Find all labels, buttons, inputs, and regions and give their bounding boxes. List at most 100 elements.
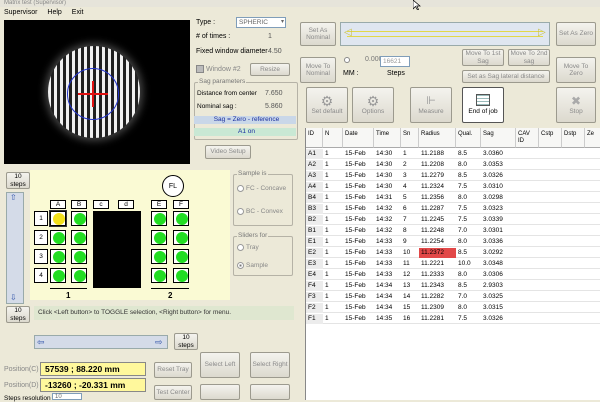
table-row[interactable]: F1 1 15-Feb 14:35 16 11.2281 7.5 3.0326 [306,314,600,324]
select-right-button[interactable]: Select Right [250,352,290,378]
well-a3[interactable] [50,249,66,264]
move-to-2nd-sag-button[interactable]: Move To 2nd sag [508,49,550,66]
vertical-slider[interactable]: ⇧ ⇩ [6,192,24,304]
results-table[interactable]: ID N Date Time Sn Radius Qual. Sag CAV ID Cstp Dst… [305,128,600,400]
table-cell: 7.5 [458,205,468,212]
column-header[interactable]: Ze [585,128,600,148]
menu-supervisor[interactable]: Supervisor [4,9,37,16]
position-radio[interactable] [344,57,350,63]
table-cell: 3.0326 [483,172,503,179]
camera-view[interactable] [4,20,190,164]
measure-label: Measure [418,108,444,116]
table-row[interactable]: A1 1 15-Feb 14:30 1 11.2188 8.5 3.0360 [306,149,600,159]
steps-resolution-label: Steps resolution [4,395,51,402]
table-row[interactable]: B1 1 15-Feb 14:32 8 11.2248 7.0 3.0301 [306,226,600,236]
table-row[interactable]: B2 1 15-Feb 14:32 7 11.2245 7.5 3.0339 [306,215,600,225]
steps-right-button[interactable]: 10 steps [174,333,198,350]
column-header[interactable]: ID [306,128,323,148]
well-a4[interactable] [50,268,66,283]
move-to-nominal-button[interactable]: Move To Nominal [300,57,336,83]
table-cell: 3.0306 [483,271,503,278]
steps-field[interactable]: 16621 [380,56,410,67]
options-button[interactable]: ⚙ Options [352,87,394,123]
table-row[interactable]: E3 1 15-Feb 14:33 11 11.2221 10.0 3.0348 [306,259,600,269]
measure-button[interactable]: ⊩ Measure [410,87,452,123]
horizontal-slider[interactable]: ⇦ ⇨ [34,335,168,349]
position-c-value: 57539 ; 88.220 mm [40,362,146,376]
test-center-button[interactable]: Test Center [154,385,192,400]
well-e1[interactable] [151,211,167,226]
well-e3[interactable] [151,249,167,264]
column-header[interactable]: Cstp [539,128,562,148]
menu-help[interactable]: Help [47,9,61,16]
column-header[interactable]: Sn [401,128,419,148]
end-of-job-button[interactable]: End of job [462,87,504,123]
table-cell: 11.2324 [421,183,445,190]
table-row[interactable]: A4 1 15-Feb 14:30 4 11.2324 7.5 3.0310 [306,182,600,192]
window-checkbox[interactable] [196,65,204,73]
column-header[interactable]: Sag [481,128,516,148]
table-row[interactable]: F4 1 15-Feb 14:34 13 11.2343 8.5 2.9303 [306,281,600,291]
table-row[interactable]: B3 1 15-Feb 14:32 6 11.2287 7.5 3.0323 [306,204,600,214]
position-slider[interactable]: ◁ ▷ [340,22,550,46]
reset-tray-button[interactable]: Reset Tray [154,362,192,378]
column-header[interactable]: Date [343,128,374,148]
table-row[interactable]: F2 1 15-Feb 14:34 15 11.2309 8.0 3.0315 [306,303,600,313]
well-b4[interactable] [71,268,87,283]
table-row[interactable]: B4 1 15-Feb 14:31 5 11.2356 8.0 3.0298 [306,193,600,203]
video-setup-button[interactable]: Video Setup [205,145,251,159]
table-row[interactable]: A3 1 15-Feb 14:30 3 11.2279 8.5 3.0326 [306,171,600,181]
table-cell: E3 [306,259,323,269]
well-a2[interactable] [50,230,66,245]
sample-radio[interactable] [237,262,244,269]
well-f2[interactable] [173,230,189,245]
steps-up-button[interactable]: 10 steps [6,172,30,189]
bc-convex-radio[interactable] [237,208,244,215]
well-b1[interactable] [71,211,87,226]
well-f1[interactable] [173,211,189,226]
stop-button[interactable]: ✖ Stop [556,87,596,123]
table-row[interactable]: E4 1 15-Feb 14:33 12 11.2333 8.0 3.0306 [306,270,600,280]
well-b2[interactable] [71,230,87,245]
table-row[interactable]: F3 1 15-Feb 14:34 14 11.2282 7.0 3.0325 [306,292,600,302]
well-f4[interactable] [173,268,189,283]
tool-button-1[interactable] [200,384,240,400]
well-e4[interactable] [151,268,167,283]
move-to-zero-button[interactable]: Move To Zero [556,57,596,83]
column-header[interactable]: Radius [419,128,456,148]
column-header[interactable]: N [323,128,343,148]
move-to-1st-sag-button[interactable]: Move To 1st Sag [462,49,504,66]
tray-radio-label: Tray [246,244,259,251]
well-e2[interactable] [151,230,167,245]
col-header-c: c [93,200,109,209]
position-d-label: Position(D) [4,382,39,389]
tray-radio[interactable] [237,244,244,251]
table-cell: 6 [403,205,407,212]
menu-exit[interactable]: Exit [72,9,84,16]
steps-resolution-select[interactable]: 10 [52,393,82,400]
set-lateral-distance-button[interactable]: Set as Sag lateral distance [462,70,550,83]
type-select[interactable]: SPHERIC ▾ [236,17,286,28]
well-a1[interactable] [49,210,67,227]
table-row[interactable]: E2 1 15-Feb 14:33 10 11.2372 8.5 3.0292 [306,248,600,258]
steps-down-button[interactable]: 10 steps [6,306,30,323]
set-as-nominal-button[interactable]: Set As Nominal [300,22,336,46]
a1-on-banner: A1 on [194,128,296,136]
fc-concave-radio[interactable] [237,185,244,192]
well-f3[interactable] [173,249,189,264]
well-f2-dot [175,232,188,244]
column-header[interactable]: Dstp [562,128,585,148]
set-default-button[interactable]: ⚙ Set default [306,87,348,123]
table-cell: 15-Feb [345,271,366,278]
resize-button[interactable]: Resize [250,63,290,76]
table-row[interactable]: E1 1 15-Feb 14:33 9 11.2254 8.0 3.0336 [306,237,600,247]
column-header[interactable]: CAV ID [516,128,539,148]
column-header[interactable]: Qual. [456,128,481,148]
well-b3[interactable] [71,249,87,264]
table-row[interactable]: A2 1 15-Feb 14:30 2 11.2208 8.0 3.0353 [306,160,600,170]
well-f1-dot [175,213,188,225]
select-left-button[interactable]: Select Left [200,352,240,378]
tool-button-2[interactable] [250,384,290,400]
set-as-zero-button[interactable]: Set As Zero [556,22,596,46]
column-header[interactable]: Time [374,128,401,148]
